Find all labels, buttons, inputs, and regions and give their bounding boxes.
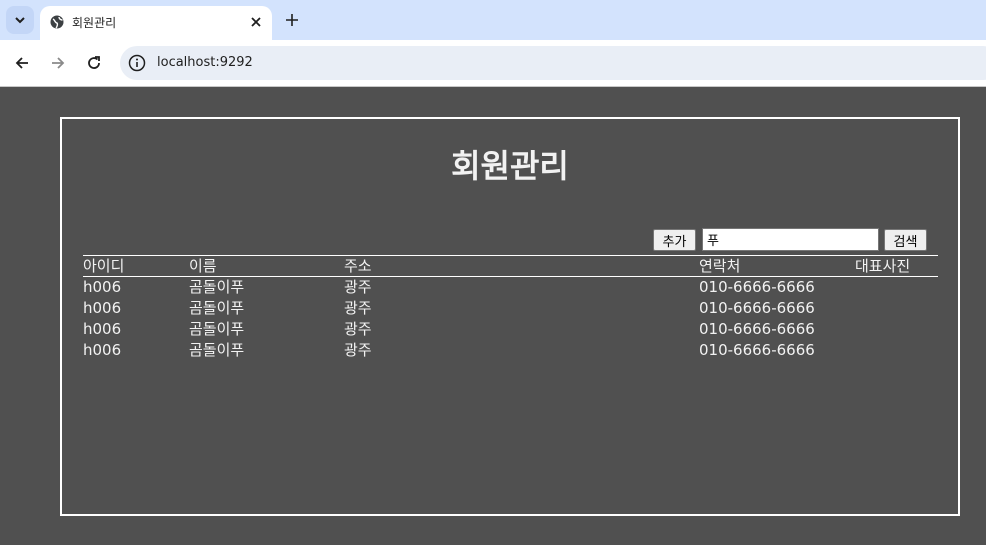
column-header-address: 주소 bbox=[344, 257, 372, 275]
new-tab-button[interactable] bbox=[282, 10, 302, 30]
table-row[interactable]: h006 곰돌이푸 광주 010-6666-6666 bbox=[83, 277, 938, 298]
cell-name: 곰돌이푸 bbox=[189, 278, 245, 296]
tab-title: 회원관리 bbox=[72, 16, 117, 30]
column-header-id: 아이디 bbox=[83, 257, 125, 275]
column-header-phone: 연락처 bbox=[699, 257, 741, 275]
forward-arrow-icon bbox=[52, 57, 65, 69]
cell-address: 광주 bbox=[344, 341, 372, 359]
close-icon bbox=[251, 17, 261, 27]
page-title: 회원관리 bbox=[451, 147, 569, 185]
cell-phone: 010-6666-6666 bbox=[699, 320, 815, 338]
reload-button[interactable] bbox=[82, 51, 106, 75]
table-row[interactable]: h006 곰돌이푸 광주 010-6666-6666 bbox=[83, 298, 938, 319]
column-header-photo: 대표사진 bbox=[855, 257, 911, 275]
cell-address: 광주 bbox=[344, 299, 372, 317]
table-body: h006 곰돌이푸 광주 010-6666-6666 h006 곰돌이푸 광주 … bbox=[83, 277, 938, 361]
back-button[interactable] bbox=[10, 51, 34, 75]
cell-phone: 010-6666-6666 bbox=[699, 299, 815, 317]
cell-address: 광주 bbox=[344, 320, 372, 338]
chevron-down-icon bbox=[15, 17, 25, 24]
cell-phone: 010-6666-6666 bbox=[699, 341, 815, 359]
cell-id: h006 bbox=[83, 299, 122, 317]
column-header-name: 이름 bbox=[189, 257, 217, 275]
address-bar[interactable]: localhost:9292 bbox=[120, 46, 986, 80]
tab-strip: 회원관리 bbox=[0, 0, 986, 40]
member-panel: 회원관리 추가 검색 아이디 이름 주소 연락처 대표사진 h006 곰돌이푸 … bbox=[60, 117, 960, 516]
reload-icon bbox=[88, 56, 100, 69]
search-input[interactable] bbox=[702, 228, 879, 251]
url-text: localhost:9292 bbox=[157, 55, 253, 70]
cell-name: 곰돌이푸 bbox=[189, 320, 245, 338]
browser-toolbar: localhost:9292 bbox=[0, 40, 986, 86]
add-button[interactable]: 추가 bbox=[653, 229, 696, 251]
info-icon[interactable] bbox=[128, 54, 146, 72]
cell-id: h006 bbox=[83, 320, 122, 338]
cell-id: h006 bbox=[83, 278, 122, 296]
cell-address: 광주 bbox=[344, 278, 372, 296]
member-table: 아이디 이름 주소 연락처 대표사진 h006 곰돌이푸 광주 010-6666… bbox=[83, 255, 938, 361]
back-arrow-icon bbox=[15, 57, 28, 69]
browser-tab[interactable]: 회원관리 bbox=[40, 6, 272, 40]
globe-icon bbox=[50, 15, 64, 29]
table-row[interactable]: h006 곰돌이푸 광주 010-6666-6666 bbox=[83, 319, 938, 340]
table-row[interactable]: h006 곰돌이푸 광주 010-6666-6666 bbox=[83, 340, 938, 361]
cell-id: h006 bbox=[83, 341, 122, 359]
page-content: 회원관리 추가 검색 아이디 이름 주소 연락처 대표사진 h006 곰돌이푸 … bbox=[0, 87, 986, 545]
cell-phone: 010-6666-6666 bbox=[699, 278, 815, 296]
cell-name: 곰돌이푸 bbox=[189, 299, 245, 317]
table-header: 아이디 이름 주소 연락처 대표사진 bbox=[83, 255, 938, 277]
tab-search-button[interactable] bbox=[6, 6, 34, 34]
close-tab-button[interactable] bbox=[246, 12, 266, 32]
forward-button[interactable] bbox=[46, 51, 70, 75]
search-button[interactable]: 검색 bbox=[884, 229, 927, 251]
cell-name: 곰돌이푸 bbox=[189, 341, 245, 359]
plus-icon bbox=[286, 14, 298, 26]
